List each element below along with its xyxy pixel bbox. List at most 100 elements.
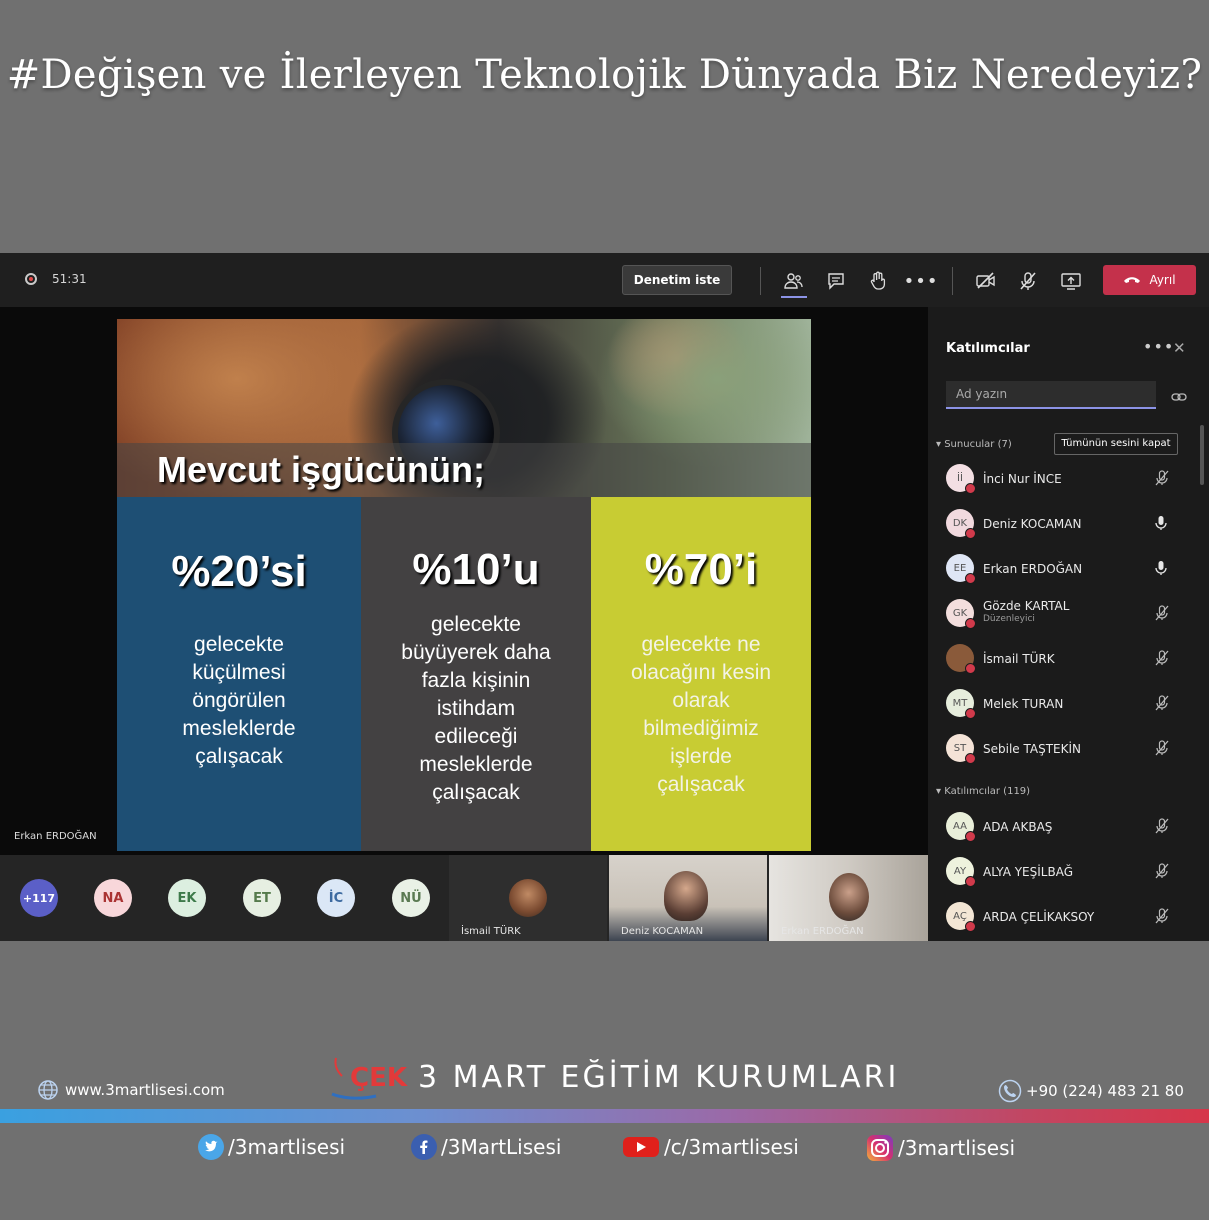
participant-search-input[interactable]: Ad yazın <box>946 381 1156 409</box>
participant-avatar[interactable]: EK <box>168 879 206 917</box>
participant-avatar: EE <box>946 554 976 584</box>
avatar-initials: EE <box>953 562 967 574</box>
camera-off-icon[interactable] <box>972 267 1000 295</box>
mic-icon[interactable] <box>1154 515 1168 535</box>
slide-title: Mevcut işgücünün; <box>157 449 486 490</box>
attendees-section-header[interactable]: ▾ Katılımcılar (119) <box>936 786 1030 797</box>
participant-avatar: AY <box>946 857 976 887</box>
participant-name: ARDA ÇELİKAKSOY <box>983 910 1095 924</box>
presenter-name-label: Erkan ERDOĞAN <box>14 831 97 842</box>
column-line: çalışacak <box>432 781 520 804</box>
mic-off-icon[interactable] <box>1154 470 1170 490</box>
panel-more-icon[interactable]: ••• <box>1143 337 1174 356</box>
participant-row[interactable]: İİ İnci Nur İNCE <box>946 461 1186 497</box>
instagram-link[interactable]: /3martlisesi <box>866 1134 1015 1162</box>
share-screen-icon[interactable] <box>1057 267 1085 295</box>
panel-scrollbar[interactable] <box>1200 425 1204 485</box>
raise-hand-icon[interactable] <box>864 267 892 295</box>
avatar-initials: AÇ <box>953 910 967 922</box>
column-line: gelecekte <box>194 633 284 656</box>
twitter-handle: /3martlisesi <box>228 1135 346 1159</box>
mic-off-icon[interactable] <box>1154 605 1170 625</box>
participant-avatar: GK <box>946 599 976 629</box>
video-tile[interactable]: İsmail TÜRK <box>449 855 607 941</box>
participant-avatar[interactable]: İC <box>317 879 355 917</box>
mic-icon[interactable] <box>1154 560 1168 580</box>
column-line: fazla kişinin <box>421 669 531 692</box>
participant-video <box>829 873 869 921</box>
participant-avatar[interactable]: NA <box>94 879 132 917</box>
mic-off-icon[interactable] <box>1154 818 1170 838</box>
slide-column-2: %10’u gelecekte büyüyerek daha fazla kiş… <box>361 497 591 851</box>
participant-row[interactable]: EE Erkan ERDOĞAN <box>946 551 1186 587</box>
website-text: www.3martlisesi.com <box>65 1081 225 1099</box>
avatar-initials: DK <box>952 517 968 529</box>
column-line: bilmediğimiz <box>643 717 759 740</box>
participant-name: ADA AKBAŞ <box>983 820 1053 834</box>
more-options-icon[interactable]: ••• <box>904 267 938 295</box>
participant-avatar: ST <box>946 734 976 764</box>
website-link[interactable]: www.3martlisesi.com <box>37 1079 225 1101</box>
participant-row[interactable]: MT Melek TURAN <box>946 686 1186 722</box>
participant-avatar[interactable]: NÜ <box>392 879 430 917</box>
participant-avatar: İİ <box>946 464 976 494</box>
status-dot-icon <box>965 876 976 887</box>
mic-off-icon[interactable] <box>1154 908 1170 928</box>
status-dot-icon <box>965 921 976 932</box>
chat-icon[interactable] <box>822 267 850 295</box>
phone-number[interactable]: +90 (224) 483 21 80 <box>998 1079 1184 1103</box>
column-line: küçülmesi <box>192 661 286 684</box>
participant-name: Gözde KARTAL <box>983 599 1070 613</box>
participant-row[interactable]: ST Sebile TAŞTEKİN <box>946 731 1186 767</box>
presenters-section-header[interactable]: ▾ Sunucular (7) <box>936 439 1012 450</box>
phone-icon <box>998 1079 1022 1103</box>
mic-off-icon[interactable] <box>1154 650 1170 670</box>
status-dot-icon <box>965 618 976 629</box>
mute-all-button[interactable]: Tümünün sesini kapat <box>1054 433 1178 455</box>
participant-row[interactable]: DK Deniz KOCAMAN <box>946 506 1186 542</box>
chevron-down-icon: ▾ <box>936 439 945 450</box>
more-participants-badge[interactable]: +117 <box>20 879 58 917</box>
participant-row[interactable]: AA ADA AKBAŞ <box>946 809 1186 845</box>
mic-off-icon[interactable] <box>1154 695 1170 715</box>
request-control-button[interactable]: Denetim iste <box>622 265 732 295</box>
participant-strip: +117 NA EK ET İC NÜ İsmail TÜRK Deniz KO… <box>0 855 928 941</box>
participants-panel: Katılımcılar ••• ✕ Ad yazın ▾ Sunucular … <box>928 307 1209 941</box>
participant-role: Düzenleyici <box>983 614 1035 624</box>
share-link-icon[interactable] <box>1171 387 1187 406</box>
participant-row[interactable]: AY ALYA YEŞİLBAĞ <box>946 854 1186 890</box>
video-tile[interactable]: Erkan ERDOĞAN <box>769 855 928 941</box>
participant-row[interactable]: GK Gözde KARTAL Düzenleyici <box>946 596 1186 632</box>
status-dot-icon <box>965 483 976 494</box>
twitter-link[interactable]: /3martlisesi <box>198 1134 345 1160</box>
mic-off-icon[interactable] <box>1154 863 1170 883</box>
status-dot-icon <box>965 528 976 539</box>
participant-avatar: AÇ <box>946 902 976 932</box>
toolbar-divider <box>760 267 761 295</box>
slide-column-1: %20’si gelecekte küçülmesi öngörülen mes… <box>117 497 361 851</box>
participant-video <box>664 871 708 921</box>
leave-button[interactable]: Ayrıl <box>1103 265 1196 295</box>
participant-name: Melek TURAN <box>983 697 1064 711</box>
participants-icon[interactable] <box>779 267 807 295</box>
participant-row[interactable]: İsmail TÜRK <box>946 641 1186 677</box>
status-dot-icon <box>965 573 976 584</box>
participant-row[interactable]: AÇ ARDA ÇELİKAKSOY <box>946 899 1186 935</box>
video-tile[interactable]: Deniz KOCAMAN <box>609 855 767 941</box>
status-dot-icon <box>965 831 976 842</box>
avatar-initials: AA <box>953 820 967 832</box>
close-icon[interactable]: ✕ <box>1173 339 1186 357</box>
youtube-handle: /c/3martlisesi <box>664 1135 799 1159</box>
toolbar-divider <box>952 267 953 295</box>
mic-off-icon[interactable] <box>1014 267 1042 295</box>
status-dot-icon <box>965 663 976 674</box>
footer-color-band <box>0 1109 1209 1123</box>
column-line: mesleklerde <box>419 753 533 776</box>
youtube-link[interactable]: /c/3martlisesi <box>622 1134 799 1160</box>
mic-off-icon[interactable] <box>1154 740 1170 760</box>
facebook-link[interactable]: /3MartLisesi <box>411 1134 561 1160</box>
participant-avatar[interactable]: ET <box>243 879 281 917</box>
svg-text:ÇEK: ÇEK <box>350 1063 408 1093</box>
column-line: olacağını kesin <box>630 661 772 684</box>
column-line: büyüyerek daha <box>401 641 551 664</box>
